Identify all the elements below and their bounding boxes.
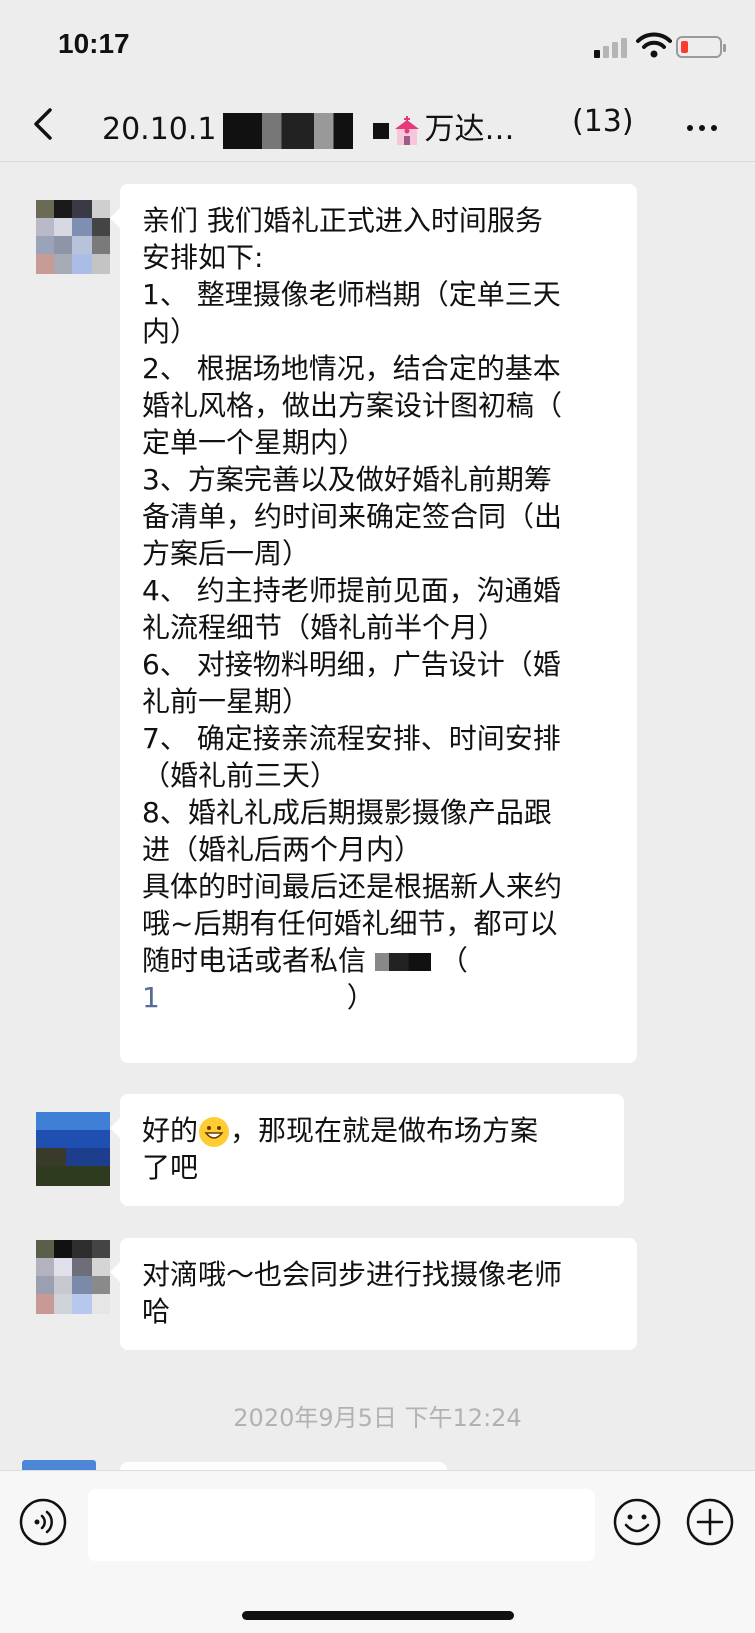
more-icon[interactable] xyxy=(682,106,722,146)
message-input[interactable] xyxy=(88,1489,595,1561)
member-count: (13) xyxy=(572,104,634,139)
voice-icon[interactable] xyxy=(18,1497,68,1547)
redacted-block xyxy=(372,122,389,139)
phone-number-link[interactable]: 1 xyxy=(142,981,160,1014)
emoji-icon[interactable] xyxy=(612,1497,662,1547)
chat-header: 20.10.1 万达… (13) xyxy=(0,92,755,162)
message-bubble[interactable]: 亲们 我们婚礼正式进入时间服务 安排如下: 1、 整理摄像老师档期（定单三天 内… xyxy=(110,184,637,1063)
redacted-block xyxy=(222,112,353,149)
status-time: 10:17 xyxy=(58,28,130,59)
input-bar xyxy=(0,1470,755,1633)
message-text: 好的 xyxy=(142,1114,199,1147)
plus-icon[interactable] xyxy=(685,1497,735,1547)
avatar[interactable] xyxy=(36,1112,110,1186)
message-text: 亲们 我们婚礼正式进入时间服务 安排如下: 1、 整理摄像老师档期（定单三天 内… xyxy=(142,204,563,977)
chat-title-prefix: 20.10.1 xyxy=(102,112,217,147)
chat-title[interactable]: 20.10.1 万达… xyxy=(102,104,515,149)
chat-title-suffix: 万达… xyxy=(424,112,515,147)
message-bubble[interactable]: 好的 ，那现在就是做布场方案 了吧 xyxy=(110,1094,624,1206)
status-bar: 10:17 xyxy=(0,0,755,92)
battery-icon xyxy=(676,36,726,58)
signal-icon xyxy=(594,36,630,58)
message-bubble[interactable]: 对滴哦～也会同步进行找摄像老师 哈 xyxy=(110,1238,637,1350)
message-timestamp: 2020年9月5日 下午12:24 xyxy=(233,1404,522,1432)
grinning-face-icon xyxy=(199,1117,230,1147)
message-text: 对滴哦～也会同步进行找摄像老师 哈 xyxy=(142,1258,563,1328)
avatar[interactable] xyxy=(36,1240,110,1314)
message-paren: ） xyxy=(346,981,375,1014)
avatar[interactable] xyxy=(36,200,110,274)
home-indicator[interactable] xyxy=(242,1611,514,1620)
church-icon xyxy=(394,115,419,145)
back-icon[interactable] xyxy=(24,102,68,146)
wifi-icon xyxy=(636,32,672,58)
message-paren: （ xyxy=(439,944,468,977)
redacted-block xyxy=(374,953,431,971)
